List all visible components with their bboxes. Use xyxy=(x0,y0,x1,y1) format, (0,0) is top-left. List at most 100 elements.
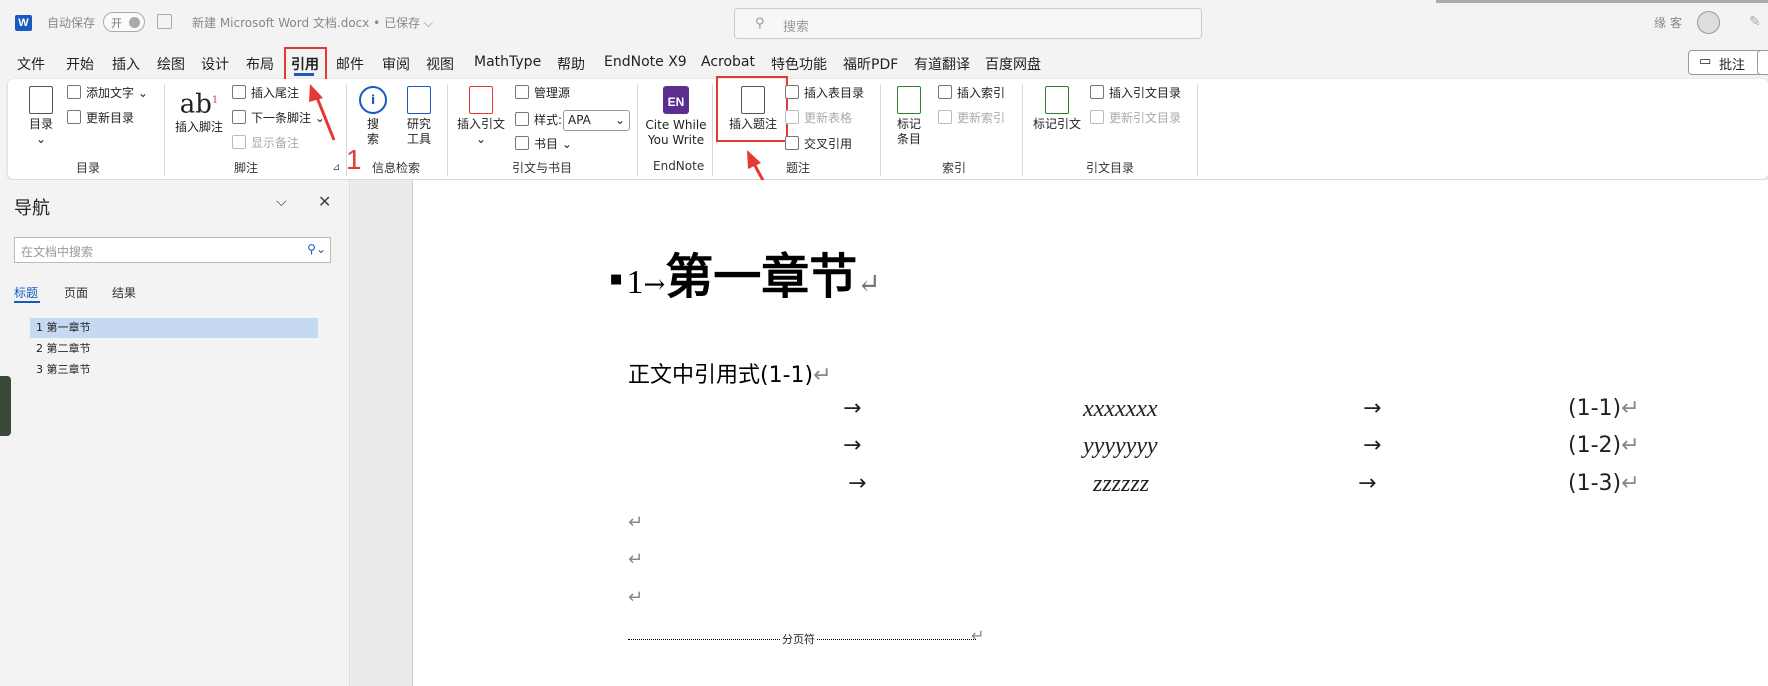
heading-title: 第一章节 xyxy=(665,249,858,305)
group-separator xyxy=(164,84,165,176)
tab-draw[interactable]: 绘图 xyxy=(157,54,185,74)
mark-entry-button[interactable]: 标记条目 xyxy=(888,86,930,147)
tab-acrobat[interactable]: Acrobat xyxy=(701,54,755,70)
mark-entry-icon xyxy=(897,86,921,114)
save-icon[interactable] xyxy=(157,14,172,29)
nav-tab-results[interactable]: 结果 xyxy=(112,284,136,301)
empty-paragraph-mark[interactable]: ↵ xyxy=(628,549,643,570)
search-button[interactable]: i 搜索 xyxy=(354,86,392,147)
toc-button[interactable]: 目录 ⌄ xyxy=(24,86,58,147)
autosave-state: 开 xyxy=(111,17,122,30)
user-name[interactable]: 缘客 xyxy=(1654,14,1686,31)
group-label-toa: 引文目录 xyxy=(1086,161,1135,175)
next-footnote-button[interactable]: 下一条脚注 ⌄ xyxy=(232,108,325,128)
document-title[interactable]: 新建 Microsoft Word 文档.docx • 已保存 ⌵ xyxy=(192,14,433,31)
empty-paragraph-mark[interactable]: ↵ xyxy=(628,512,643,533)
close-icon[interactable]: ✕ xyxy=(318,192,331,211)
paragraph-mark-bullet: ■ xyxy=(610,272,623,287)
editing-button[interactable] xyxy=(1757,50,1768,75)
researcher-button[interactable]: 研究工具 xyxy=(401,86,437,147)
tab-home[interactable]: 开始 xyxy=(66,54,94,74)
tab-mathtype[interactable]: MathType xyxy=(474,54,541,70)
tab-layout[interactable]: 布局 xyxy=(246,54,274,74)
tab-youdao[interactable]: 有道翻译 xyxy=(914,54,970,74)
insert-index-label: 插入索引 xyxy=(957,86,1006,100)
side-handle[interactable] xyxy=(0,376,11,436)
comment-icon: ▭ xyxy=(1699,54,1712,69)
equation-row[interactable]: → zzzzzz → (1-3)↵ xyxy=(628,471,1648,501)
equation-row[interactable]: → xxxxxxx → (1-1)↵ xyxy=(628,396,1648,426)
tab-insert[interactable]: 插入 xyxy=(112,54,140,74)
pen-icon[interactable]: ✎ xyxy=(1749,14,1761,30)
insert-footnote-label: 插入脚注 xyxy=(174,119,223,134)
user-avatar-icon[interactable] xyxy=(1697,11,1720,34)
autosave-toggle[interactable]: 开 xyxy=(103,12,145,32)
tab-help[interactable]: 帮助 xyxy=(557,54,585,74)
dialog-launcher-icon[interactable]: ⊿ xyxy=(332,162,340,173)
manage-sources-button[interactable]: 管理源 xyxy=(515,83,570,103)
update-toc-button[interactable]: 更新目录 xyxy=(67,108,134,128)
insert-toa-icon xyxy=(1090,85,1104,99)
tab-file[interactable]: 文件 xyxy=(17,54,45,74)
bibliography-label: 书目 xyxy=(534,137,559,151)
tab-arrow: → xyxy=(843,396,862,421)
insert-index-button[interactable]: 插入索引 xyxy=(938,83,1005,103)
group-separator xyxy=(1022,84,1023,176)
nav-tab-headings[interactable]: 标题 xyxy=(14,284,38,301)
chevron-down-icon[interactable]: ⌵ xyxy=(276,194,287,210)
insert-endnote-button[interactable]: 插入尾注 xyxy=(232,83,299,103)
tab-review[interactable]: 审阅 xyxy=(382,54,410,74)
insert-citation-button[interactable]: 插入引文 ⌄ xyxy=(454,86,508,147)
update-index-icon xyxy=(938,110,952,124)
group-separator xyxy=(880,84,881,176)
bibliography-button[interactable]: 书目 ⌄ xyxy=(515,134,572,154)
citation-style-select[interactable]: APA ⌄ xyxy=(563,110,630,131)
insert-table-of-figures-button[interactable]: 插入表目录 xyxy=(785,83,864,103)
bibliography-icon xyxy=(515,136,529,150)
update-toc-icon xyxy=(67,110,81,124)
nav-heading-item[interactable]: 1 第一章节 xyxy=(30,318,318,338)
insert-toa-label: 插入引文目录 xyxy=(1109,86,1182,100)
group-label-endnote: EndNote xyxy=(653,159,705,173)
update-index-button[interactable]: 更新索引 xyxy=(938,108,1005,128)
title-bar: W 自动保存 开 新建 Microsoft Word 文档.docx • 已保存… xyxy=(0,0,1768,44)
search-icon[interactable]: ⚲⌄ xyxy=(307,242,326,256)
endnote-logo-icon: EN xyxy=(663,86,689,114)
search-label: 搜索 xyxy=(366,117,379,146)
tab-view[interactable]: 视图 xyxy=(426,54,454,74)
empty-paragraph-mark[interactable]: ↵ xyxy=(628,587,643,608)
search-box[interactable]: ⚲ 搜索 xyxy=(734,8,1202,39)
comments-button[interactable]: ▭ 批注 xyxy=(1688,50,1768,75)
mark-citation-button[interactable]: 标记引文 xyxy=(1030,86,1084,132)
group-label-toc: 目录 xyxy=(76,161,101,175)
tab-baidu-pan[interactable]: 百度网盘 xyxy=(985,54,1041,74)
insert-toa-button[interactable]: 插入引文目录 xyxy=(1090,83,1181,103)
cite-while-you-write-button[interactable]: EN Cite While You Write xyxy=(643,86,709,148)
group-separator xyxy=(637,84,638,176)
body-paragraph[interactable]: 正文中引用式(1-1)↵ xyxy=(628,357,832,389)
next-footnote-label: 下一条脚注 xyxy=(251,111,312,125)
tab-endnote[interactable]: EndNote X9 xyxy=(604,54,687,70)
tab-mailings[interactable]: 邮件 xyxy=(336,54,364,74)
heading-1[interactable]: ■ 1→第一章节↵ xyxy=(610,237,881,307)
add-text-button[interactable]: 添加文字 ⌄ xyxy=(67,83,148,103)
tab-arrow: → xyxy=(848,471,867,496)
update-toa-button[interactable]: 更新引文目录 xyxy=(1090,108,1181,128)
nav-heading-item[interactable]: 3 第三章节 xyxy=(30,360,318,380)
page-break[interactable]: 分页符 ↵ xyxy=(628,626,984,647)
update-toa-label: 更新引文目录 xyxy=(1109,111,1182,125)
tab-design[interactable]: 设计 xyxy=(201,54,229,74)
update-table-button[interactable]: 更新表格 xyxy=(785,108,852,128)
nav-search-input[interactable]: 在文档中搜索 ⚲⌄ xyxy=(14,237,331,263)
tab-foxit-pdf[interactable]: 福昕PDF xyxy=(843,54,898,74)
equation-row[interactable]: → yyyyyyy → (1-2)↵ xyxy=(628,433,1648,463)
cross-reference-button[interactable]: 交叉引用 xyxy=(785,134,852,154)
insert-endnote-label: 插入尾注 xyxy=(251,86,300,100)
nav-tab-pages[interactable]: 页面 xyxy=(64,284,88,301)
nav-heading-item[interactable]: 2 第二章节 xyxy=(30,339,318,359)
group-separator xyxy=(712,84,713,176)
tab-features[interactable]: 特色功能 xyxy=(771,54,827,74)
show-notes-button[interactable]: 显示备注 xyxy=(232,133,299,153)
insert-footnote-button[interactable]: ab1 插入脚注 xyxy=(173,86,225,135)
autosave-label: 自动保存 xyxy=(47,16,96,30)
